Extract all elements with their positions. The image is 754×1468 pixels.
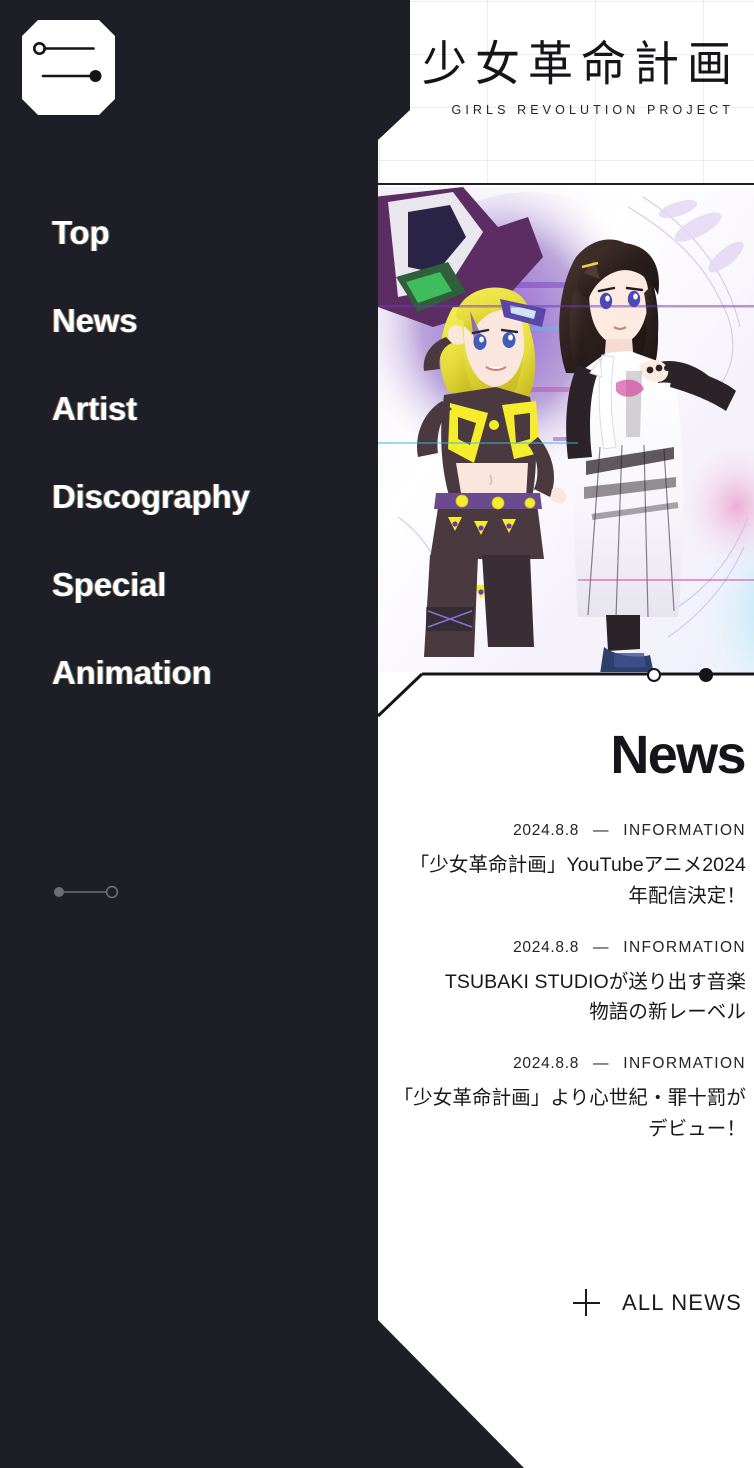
news-item-category: INFORMATION (623, 1055, 746, 1073)
all-news-button[interactable]: ALL NEWS (572, 1289, 742, 1316)
hamburger-slider-icon (33, 41, 102, 82)
news-item-meta: 2024.8.8 — INFORMATION (378, 822, 746, 840)
sidebar-item-news[interactable]: News (52, 304, 372, 337)
news-section: News 2024.8.8 — INFORMATION 「少女革命計画」YouTub… (378, 668, 754, 1468)
news-item-headline-line-2: 年配信決定！ (628, 884, 746, 907)
news-item-headline-line-1: 「少女革命計画」より心世紀・罪十罰が (393, 1087, 746, 1110)
main-content-column: 少女革命計画 GIRLS REVOLUTION PROJECT News 202… (378, 0, 754, 1468)
news-item-meta: 2024.8.8 — INFORMATION (378, 939, 746, 957)
news-item-headline-line-2: 物語の新レーベル (589, 1001, 746, 1024)
news-item-separator: — (593, 938, 610, 956)
news-item-date: 2024.8.8 (513, 938, 580, 956)
sidebar-item-special[interactable]: Special (52, 568, 372, 601)
sidebar-item-animation[interactable]: Animation (52, 656, 372, 689)
news-item-date: 2024.8.8 (513, 822, 580, 839)
carousel-dot-1[interactable] (647, 668, 661, 682)
news-item-separator: — (593, 822, 610, 839)
menu-toggle-button[interactable] (22, 20, 115, 115)
news-item-headline-line-1: TSUBAKI STUDIOが送り出す音楽 (444, 970, 746, 993)
page-root: 少女革命計画 GIRLS REVOLUTION PROJECT News 202… (0, 0, 754, 1468)
logo-english-subtitle: GIRLS REVOLUTION PROJECT (451, 103, 734, 117)
sidebar-nav: Top News Artist Discography Special Anim… (52, 216, 372, 689)
all-news-label: ALL NEWS (621, 1289, 742, 1315)
news-item[interactable]: 2024.8.8— INFORMATION 「少女革命計画」より心世紀・罪十罰が … (378, 1055, 754, 1145)
slider-indicator-icon (54, 885, 119, 899)
sidebar-item-discography[interactable]: Discography (52, 480, 372, 513)
sidebar-slider-indicator[interactable] (53, 884, 123, 900)
sidebar-item-artist[interactable]: Artist (52, 392, 372, 425)
news-item-separator: — (593, 1055, 610, 1073)
news-item-category: INFORMATION (623, 938, 746, 956)
news-list: 2024.8.8 — INFORMATION 「少女革命計画」YouTubeアニメ2… (378, 822, 754, 1172)
news-heading: News (610, 725, 746, 785)
news-item-date: 2024.8.8 (513, 1055, 580, 1073)
news-item-headline-line-1: 「少女革命計画」YouTubeアニメ2024 (409, 854, 746, 876)
hero-illustration[interactable] (378, 187, 754, 674)
sidebar-item-top[interactable]: Top (52, 216, 372, 249)
news-item[interactable]: 2024.8.8 — INFORMATION TSUBAKI STUDIOが送り出す… (378, 939, 754, 1029)
logo-japanese-title: 少女革命計画 (421, 38, 740, 92)
news-item[interactable]: 2024.8.8 — INFORMATION 「少女革命計画」YouTubeアニメ2… (378, 822, 754, 912)
news-item-meta: 2024.8.8 — INFORMATION (378, 1055, 746, 1073)
plus-icon (572, 1289, 600, 1316)
site-header: 少女革命計画 GIRLS REVOLUTION PROJECT (378, 0, 754, 185)
news-item-headline-line-2: デビュー！ (647, 1117, 746, 1140)
site-logo[interactable]: 少女革命計画 GIRLS REVOLUTION PROJECT (378, 38, 754, 117)
news-item-category: INFORMATION (623, 822, 746, 839)
carousel-dot-2[interactable] (699, 668, 713, 682)
